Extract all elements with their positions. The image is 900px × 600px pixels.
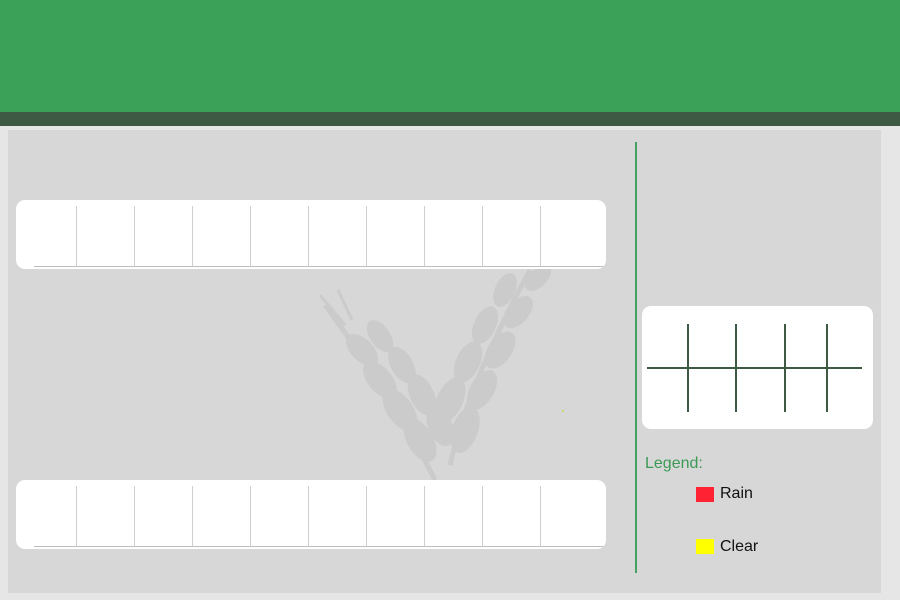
strip-baseline — [34, 266, 604, 267]
strip-gridline — [76, 206, 77, 266]
strip-gridline — [482, 206, 483, 266]
legend-swatch-clear — [696, 539, 714, 554]
strip-gridline — [366, 206, 367, 266]
strip-gridline — [250, 206, 251, 266]
header-bar — [0, 0, 900, 112]
strip-gridline — [424, 206, 425, 266]
strip-baseline — [34, 546, 604, 547]
sidebar-divider — [635, 142, 637, 573]
tick-scale-box — [642, 306, 873, 429]
strip-gridline — [250, 486, 251, 546]
tick-scale — [647, 324, 862, 412]
strip-gridline — [192, 486, 193, 546]
strip-gridline — [540, 486, 541, 546]
strip-gridline — [76, 486, 77, 546]
strip-gridline — [308, 206, 309, 266]
strip-gridline — [308, 486, 309, 546]
strip-gridline — [134, 486, 135, 546]
timeline-strip-bottom — [16, 480, 606, 549]
legend-swatch-rain — [696, 487, 714, 502]
speck — [562, 410, 564, 412]
timeline-strip-top — [16, 200, 606, 269]
legend-title: Legend: — [645, 455, 703, 472]
legend-label-clear: Clear — [720, 538, 759, 555]
strip-gridline — [482, 486, 483, 546]
strip-gridline — [424, 486, 425, 546]
header-stripe — [0, 112, 900, 126]
strip-gridline — [366, 486, 367, 546]
strip-gridline — [540, 206, 541, 266]
strip-gridline — [134, 206, 135, 266]
strip-gridline — [192, 206, 193, 266]
legend-label-rain: Rain — [720, 485, 753, 502]
wheat-watermark-icon — [318, 265, 551, 482]
